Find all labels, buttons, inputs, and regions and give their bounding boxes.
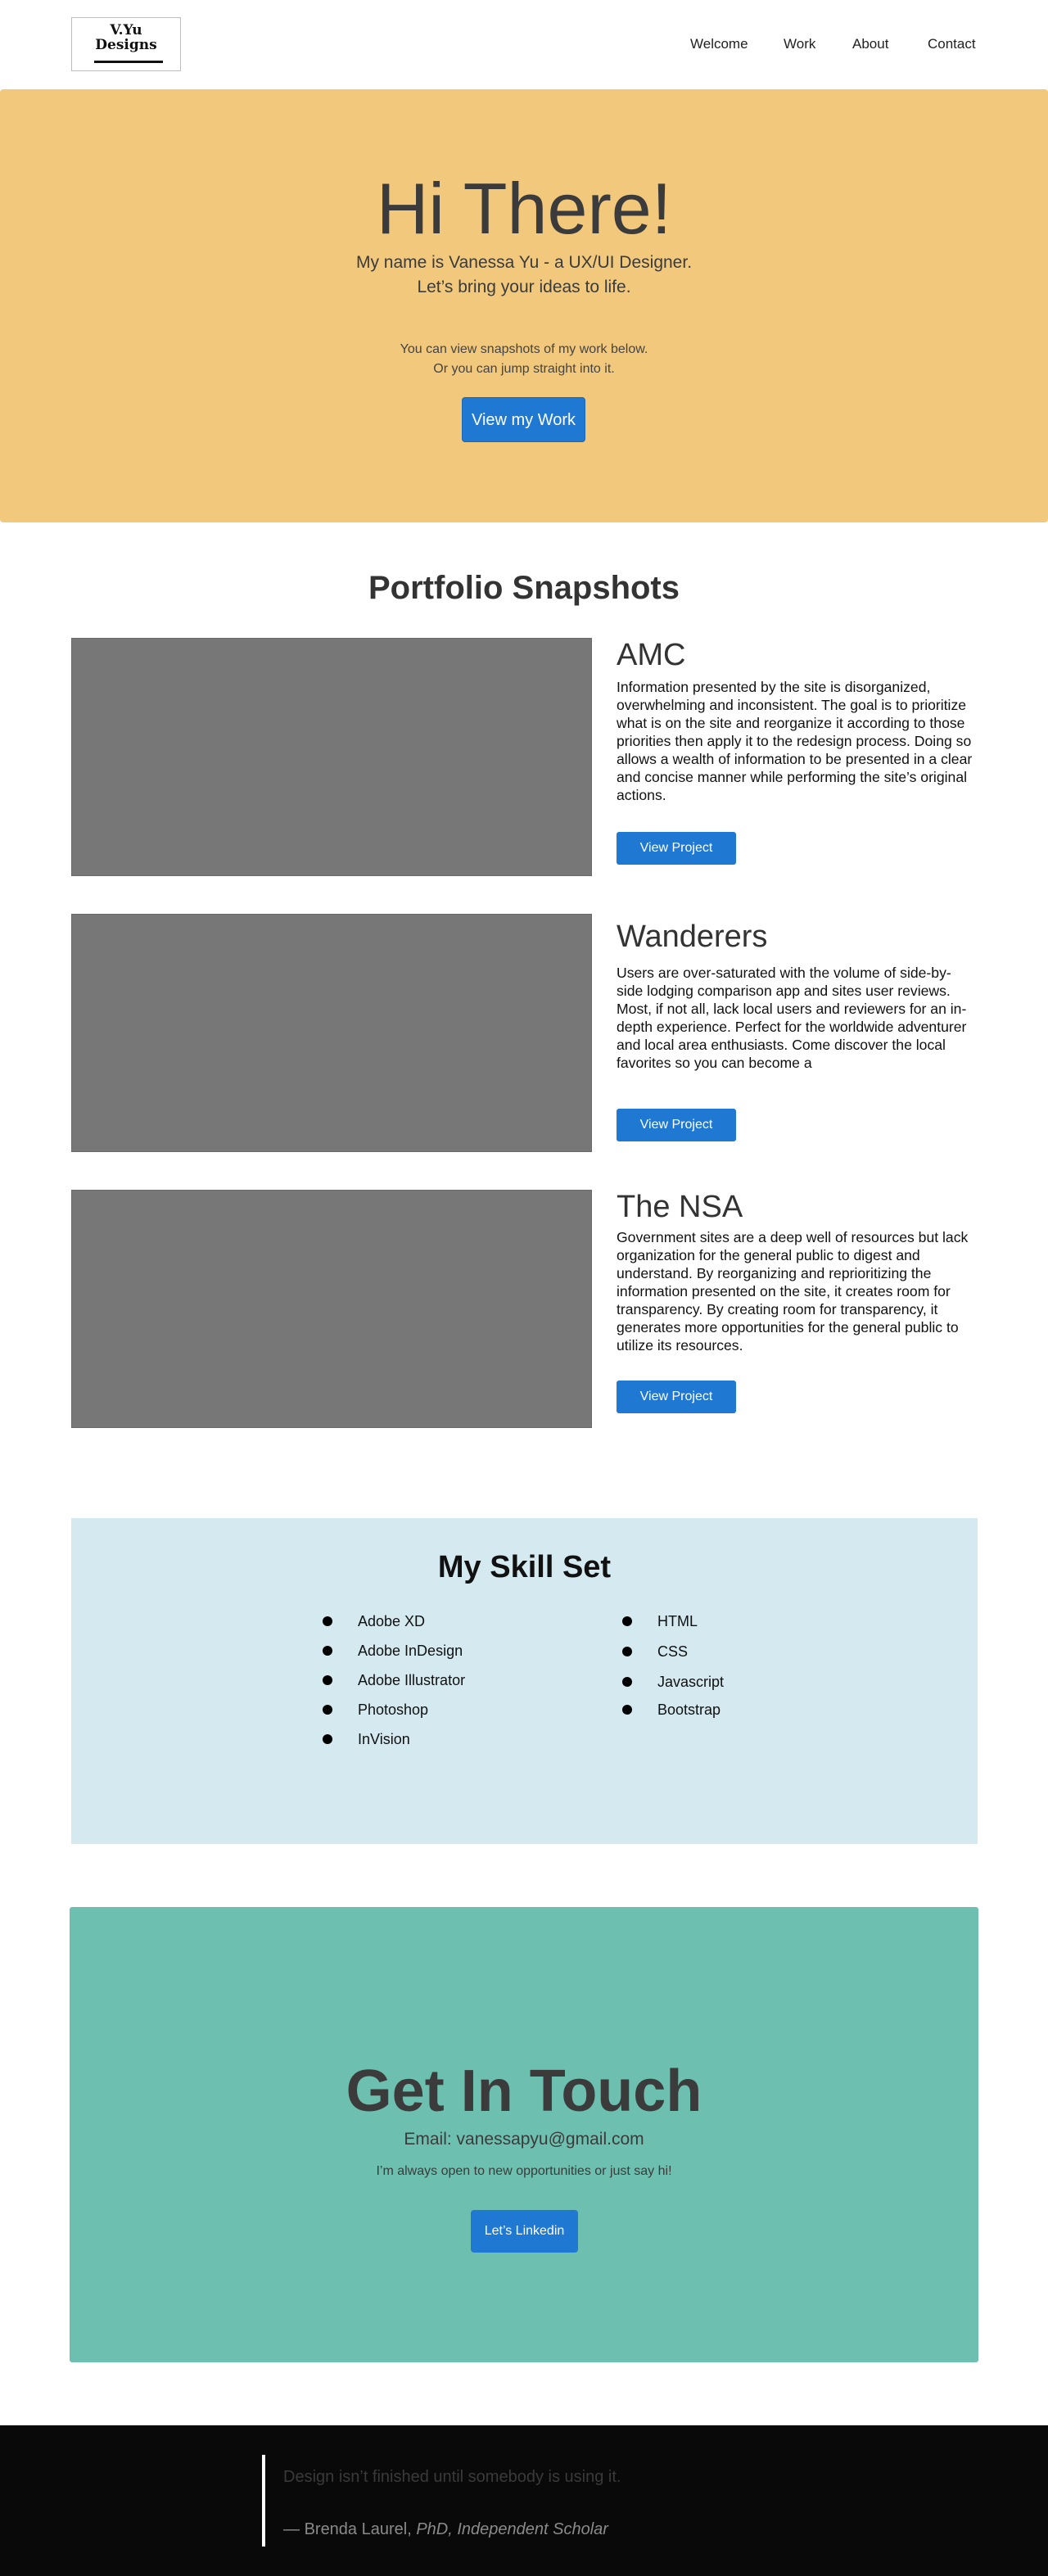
nav-about[interactable]: About [852,36,888,54]
skill-item: Javascript [657,1674,725,1690]
project-title-wanderers: Wanderers [617,920,768,954]
skill-item: Bootstrap [657,1702,721,1718]
nav-work[interactable]: Work [784,36,815,54]
quote-dash: — [283,2520,300,2538]
quote-author: Brenda Laurel, [304,2520,412,2538]
hero-note-line2: Or you can jump straight into it. [433,362,615,376]
site-header: V.Yu Designs Welcome Work About Contact [0,0,1048,88]
nav-welcome[interactable]: Welcome [690,36,748,54]
project-description-nsa: Government sites are a deep well of reso… [617,1229,969,1354]
skill-item: InVision [358,1731,410,1747]
portfolio-title: Portfolio Snapshots [368,570,680,606]
skills-section: My Skill Set Adobe XD Adobe InDesign Ado… [71,1518,978,1844]
bullet-icon [323,1646,332,1656]
contact-title: Get In Touch [346,2059,702,2124]
nav-contact[interactable]: Contact [928,36,976,54]
skill-item: Photoshop [358,1702,429,1718]
bullet-icon [323,1734,332,1744]
footer-quote: Design isn’t finished until somebody is … [283,2468,621,2486]
contact-email[interactable]: Email: vanessapyu@gmail.com [70,2128,978,2151]
project-description-amc: Information presented by the site is dis… [617,679,973,803]
logo-line2: Designs [95,37,157,53]
skill-item: HTML [657,1613,698,1629]
quote-citation: — Brenda Laurel, PhD, Independent Schola… [283,2519,608,2540]
skill-item: Adobe XD [358,1613,426,1629]
hero-section: Hi There! My name is Vanessa Yu - a UX/U… [0,89,1048,522]
project-description-wanderers: Users are over-saturated with the volume… [617,965,967,1071]
site-logo[interactable]: V.Yu Designs [71,17,181,71]
bullet-icon [323,1616,332,1626]
project-title-nsa: The NSA [617,1190,743,1224]
quote-bar [262,2455,265,2547]
skill-item: Adobe InDesign [358,1643,463,1659]
bullet-icon [622,1647,632,1656]
hero-intro-line1: My name is Vanessa Yu - a UX/UI Designer… [355,253,693,272]
logo-underline [94,61,163,63]
hero-note: You can view snapshots of my work below.… [0,340,1048,379]
bullet-icon [622,1616,632,1626]
linkedin-button[interactable]: Let’s Linkedin [471,2210,578,2253]
hero-note-line1: You can view snapshots of my work below. [400,342,648,356]
bullet-icon [323,1675,332,1685]
project-image-nsa[interactable] [71,1190,592,1428]
bullet-icon [622,1677,632,1687]
hero-title: Hi There! [376,168,672,249]
hero-intro-line2: Let’s bring your ideas to life. [417,278,631,296]
view-project-button-wanderers[interactable]: View Project [617,1109,736,1141]
project-image-wanderers[interactable] [71,914,592,1152]
hero-intro: My name is Vanessa Yu - a UX/UI Designer… [0,251,1048,300]
view-my-work-button[interactable]: View my Work [462,397,585,442]
skill-item: Adobe Illustrator [358,1672,466,1688]
bullet-icon [323,1705,332,1715]
skills-title: My Skill Set [437,1550,612,1584]
view-project-button-nsa[interactable]: View Project [617,1381,736,1413]
contact-note: I’m always open to new opportunities or … [376,2164,672,2178]
contact-section: Get In Touch Email: vanessapyu@gmail.com… [70,1907,978,2362]
logo-line1: V.Yu [110,22,142,38]
bullet-icon [622,1705,632,1715]
site-footer: Design isn’t finished until somebody is … [0,2425,1048,2576]
project-title-amc: AMC [617,638,686,672]
skill-item: CSS [657,1643,689,1660]
quote-author-role: PhD, Independent Scholar [416,2520,608,2538]
project-image-amc[interactable] [71,638,592,876]
view-project-button-amc[interactable]: View Project [617,832,736,865]
